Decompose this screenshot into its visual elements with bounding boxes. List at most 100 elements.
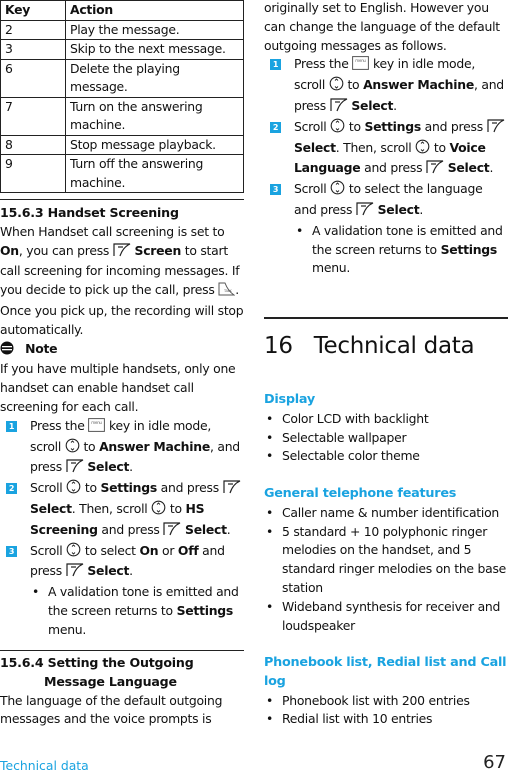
- section-title: 15.6.4 Setting the Outgoing: [0, 655, 194, 670]
- nav-scroll-icon: [329, 76, 344, 97]
- spec-section-display: Display • Color LCD with backlight • Selec…: [264, 391, 508, 466]
- spec-section-phonebook: Phonebook list, Redial list and Call log…: [264, 654, 508, 729]
- chapter-title: Technical data: [313, 333, 475, 359]
- text: to: [345, 118, 365, 134]
- nav-scroll-icon: [330, 180, 345, 201]
- table-header-key: Key: [0, 0, 66, 21]
- text: and press: [420, 118, 487, 134]
- step-number: 2: [270, 121, 281, 133]
- chapter-divider: [264, 317, 508, 319]
- bullet-dot: •: [296, 222, 304, 238]
- spec-heading: Phonebook list, Redial list and Call log: [264, 655, 507, 689]
- step-number: 2: [6, 483, 17, 495]
- section-title-cont: Message Language: [44, 673, 177, 689]
- spec-section-telephone: General telephone features • Caller name …: [264, 485, 508, 635]
- spec-heading: General telephone features: [264, 486, 457, 501]
- bold-text: Select: [351, 97, 394, 113]
- action-cell: Play the message.: [65, 19, 244, 40]
- bold-text: Answer Machine: [99, 438, 210, 454]
- table-row: 2 Play the message.: [0, 19, 244, 40]
- text: Selectable color theme: [282, 448, 420, 464]
- text: Press the: [30, 417, 89, 433]
- section-intro-cont: originally set to English. However you c…: [264, 0, 500, 53]
- text: Selectable wallpaper: [282, 429, 407, 445]
- menu-key-icon: menu: [352, 56, 370, 76]
- key-cell: 7: [0, 96, 66, 136]
- step-item: 3 Scroll to select On or Off and press S…: [0, 542, 244, 584]
- table-header-row: Key Action: [0, 0, 244, 21]
- table-row: 3 Skip to the next message.: [0, 39, 244, 60]
- key-cell: 3: [0, 39, 66, 60]
- nav-scroll-icon: [66, 479, 81, 500]
- nav-scroll-icon: [415, 139, 430, 160]
- text: and press: [360, 160, 427, 176]
- text: When Handset call screening is set to: [0, 223, 225, 239]
- text: , you can press: [18, 242, 113, 258]
- step-number: 3: [270, 184, 281, 196]
- text: .: [489, 160, 494, 176]
- softkey-icon: [113, 242, 131, 263]
- footer-section-name: Technical data: [0, 758, 89, 773]
- step-number: 3: [6, 545, 17, 557]
- bullet-dot: •: [266, 692, 274, 708]
- page-number: 67: [483, 752, 506, 773]
- key-cell: 2: [0, 19, 66, 40]
- step-number: 1: [6, 420, 17, 432]
- text: Redial list with 10 entries: [282, 711, 433, 727]
- text: .: [129, 563, 133, 579]
- bold-text: Select: [294, 139, 336, 155]
- spec-item: • Color LCD with backlight: [264, 410, 508, 429]
- text: menu.: [312, 260, 351, 276]
- spec-item: • Selectable color theme: [264, 447, 508, 466]
- chapter-number: 16: [264, 333, 293, 359]
- bullet-dot: •: [266, 504, 274, 520]
- text: to: [79, 438, 100, 454]
- bold-text: On: [139, 542, 159, 558]
- outgoing-language-section: 15.6.4 Setting the Outgoing Message Lang…: [0, 654, 244, 729]
- step-item: 2 Scroll to Settings and press Select. T…: [264, 118, 508, 180]
- bullet-dot: •: [266, 448, 274, 464]
- bold-text: Select: [87, 459, 130, 475]
- menu-key-icon: menu: [88, 417, 106, 438]
- bullet-dot: •: [266, 711, 274, 727]
- note-heading: Note: [0, 340, 244, 361]
- softkey-icon: [426, 160, 444, 180]
- bullet-dot: •: [266, 523, 274, 539]
- text: to: [166, 500, 186, 516]
- spec-item: • Redial list with 10 entries: [264, 710, 508, 729]
- spec-item: • Caller name & number identification: [264, 504, 508, 523]
- action-cell: Stop message playback.: [65, 134, 244, 155]
- table-row: 7 Turn on the answering machine.: [0, 96, 244, 136]
- key-cell: 6: [0, 58, 66, 98]
- bold-text: Select: [185, 521, 227, 537]
- bold-text: Answer Machine: [363, 77, 474, 93]
- note-icon: [0, 341, 14, 361]
- bold-text: Screen: [134, 242, 182, 258]
- section-title: 15.6.3 Handset Screening: [0, 205, 179, 220]
- text: . Then, scroll: [71, 500, 152, 516]
- chapter-heading: 16 Technical data: [264, 333, 508, 359]
- section-intro: The language of the default outgoing mes…: [0, 692, 223, 727]
- bullet-dot: •: [266, 429, 274, 445]
- section-divider: [0, 650, 244, 651]
- action-cell: Delete the playing message.: [65, 58, 244, 98]
- bold-text: Settings: [440, 241, 498, 257]
- nav-scroll-icon: [151, 500, 166, 521]
- outgoing-language-cont: originally set to English. However you c…: [264, 0, 508, 278]
- table-header-action: Action: [65, 0, 244, 21]
- bullet-dot: •: [32, 584, 40, 600]
- softkey-icon: [222, 480, 241, 500]
- bullet-dot: •: [266, 598, 274, 614]
- bullet-dot: •: [266, 410, 274, 426]
- key-action-table: Key Action 2 Play the message. 3 Skip to t…: [0, 0, 244, 193]
- spec-item: • Wideband synthesis for receiver and lou…: [264, 598, 508, 636]
- text: Phonebook list with 200 entries: [282, 692, 470, 708]
- text: .: [419, 201, 424, 217]
- table-row: 9 Turn off the answering machine.: [0, 154, 244, 193]
- action-cell: Skip to the next message.: [65, 39, 244, 60]
- bold-text: Settings: [100, 480, 157, 496]
- svg-text:menu: menu: [356, 58, 367, 63]
- spec-item: • 5 standard + 10 polyphonic ringer melod…: [264, 523, 508, 598]
- section-intro: When Handset call screening is set to On…: [0, 223, 244, 340]
- handset-screening-section: 15.6.3 Handset Screening When Handset ca…: [0, 204, 244, 640]
